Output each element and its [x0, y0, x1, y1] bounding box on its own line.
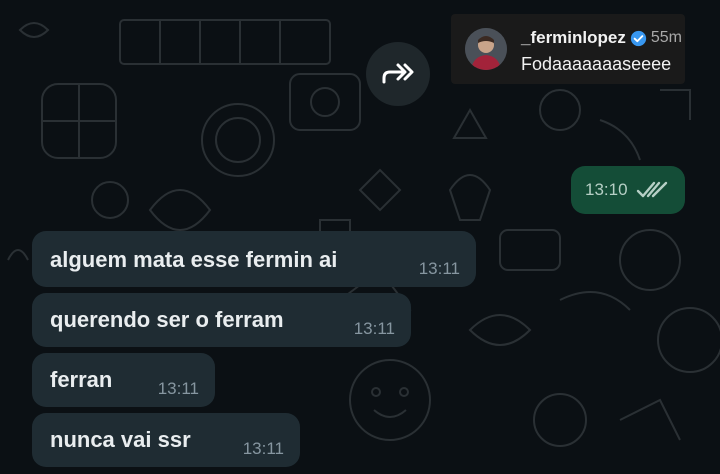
message-text: ferran: [50, 367, 113, 392]
message-time: 13:11: [418, 259, 460, 278]
outgoing-message[interactable]: 13:10: [571, 166, 685, 214]
incoming-message[interactable]: alguem mata esse fermin ai 13:11: [32, 231, 476, 287]
message-time: 13:11: [353, 319, 395, 338]
verified-badge-icon: [630, 30, 647, 46]
message-text: alguem mata esse fermin ai: [50, 247, 338, 272]
message-text: nunca vai ssr: [50, 427, 191, 452]
profile-photo: [465, 28, 507, 70]
incoming-message[interactable]: ferran 13:11: [32, 353, 215, 407]
incoming-message[interactable]: nunca vai ssr 13:11: [32, 413, 300, 467]
message-time: 13:11: [242, 439, 284, 458]
incoming-message[interactable]: querendo ser o ferram 13:11: [32, 293, 411, 347]
message-text: querendo ser o ferram: [50, 307, 284, 332]
message-time: 13:11: [157, 379, 199, 398]
story-reply-card[interactable]: _ferminlopez 55m Fodaaaaaaaseeee: [451, 14, 685, 84]
story-author: _ferminlopez 55m: [521, 28, 682, 48]
double-check-icon: [636, 181, 667, 198]
story-caption: Fodaaaaaaaseeee: [521, 54, 672, 74]
forward-icon: [382, 63, 414, 84]
message-time: 13:10: [585, 180, 628, 199]
forward-button[interactable]: [366, 42, 430, 106]
story-timestamp: 55m: [650, 29, 682, 46]
avatar[interactable]: [465, 28, 507, 70]
story-username: _ferminlopez: [521, 28, 626, 47]
